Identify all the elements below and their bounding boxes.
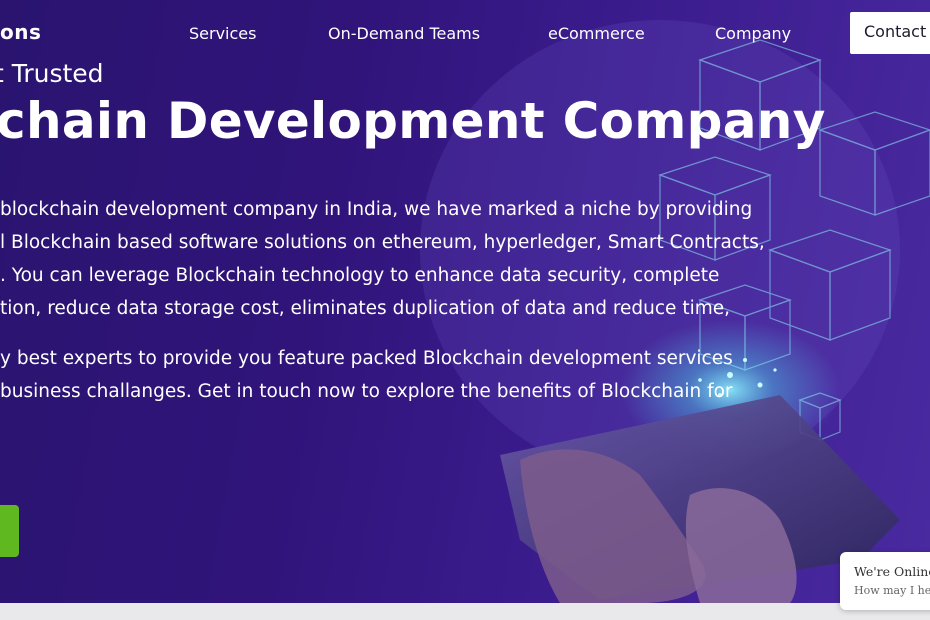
hero-section: ons Services On-Demand Teams eCommerce C… [0,0,930,603]
hero-paragraph-2-line: y best experts to provide you feature pa… [0,348,733,369]
next-section-strip [0,603,930,620]
get-in-touch-button[interactable] [0,505,19,557]
hero-headline: chain Development Company [0,92,826,150]
contact-us-button[interactable]: Contact U [850,12,930,54]
nav-ecommerce[interactable]: eCommerce [548,24,645,43]
hero-paragraph-1-line: tion, reduce data storage cost, eliminat… [0,298,731,319]
hero-paragraph-1-line: l Blockchain based software solutions on… [0,232,765,253]
chat-subtitle: How may I help you today? [854,584,930,597]
nav-on-demand-teams[interactable]: On-Demand Teams [328,24,480,43]
nav-company[interactable]: Company [715,24,791,43]
logo[interactable]: ons [0,20,41,44]
chat-title: We're Online! [854,564,930,579]
hero-kicker: t Trusted [0,59,104,88]
hero-paragraph-1: blockchain development company in India,… [0,193,765,325]
hero-paragraph-1-line: . You can leverage Blockchain technology… [0,265,720,286]
nav-services[interactable]: Services [189,24,256,43]
hero-paragraph-2: y best experts to provide you feature pa… [0,342,733,408]
hero-paragraph-1-line: blockchain development company in India,… [0,199,753,220]
chat-widget[interactable]: We're Online! How may I help you today? [840,552,930,610]
hero-paragraph-2-line: business challanges. Get in touch now to… [0,381,733,402]
